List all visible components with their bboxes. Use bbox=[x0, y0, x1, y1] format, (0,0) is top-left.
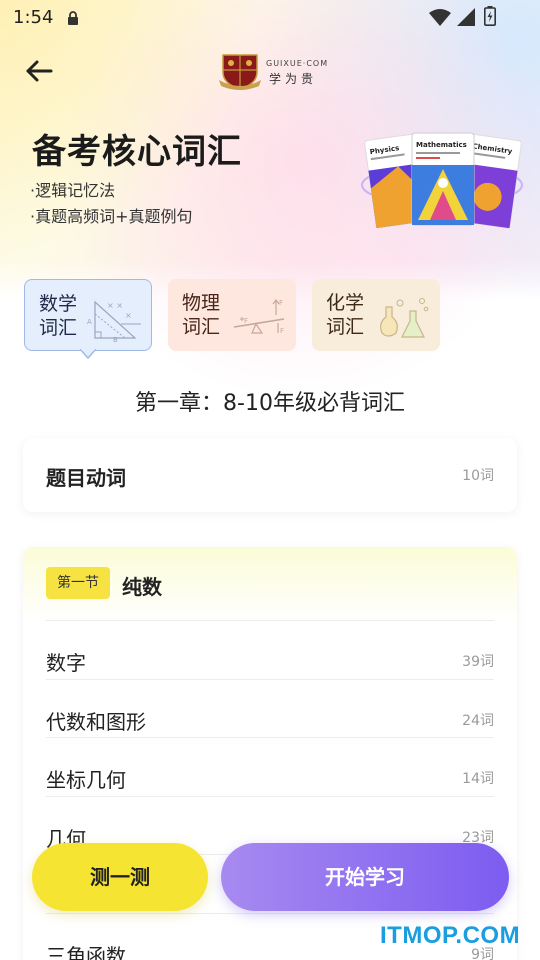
battery-icon bbox=[484, 6, 496, 26]
category-math-label: 数学词汇 bbox=[39, 293, 78, 339]
selected-pointer bbox=[80, 349, 96, 359]
section-header: 第一节 纯数 bbox=[23, 547, 517, 621]
hero-title: 备考核心词汇 bbox=[32, 132, 242, 172]
verbs-card[interactable]: 题目动词 10词 bbox=[23, 438, 517, 512]
category-chemistry[interactable]: 化学词汇 bbox=[312, 279, 440, 351]
topic-name: 数字 bbox=[46, 651, 86, 675]
verbs-card-count: 10词 bbox=[462, 468, 494, 484]
svg-text:B: B bbox=[113, 336, 118, 342]
watermark: ITMOP.COM bbox=[380, 922, 521, 949]
topic-name: 代数和图形 bbox=[46, 709, 146, 734]
lever-icon: F F F bbox=[233, 299, 285, 335]
svg-text:F: F bbox=[244, 317, 248, 325]
status-bar: 1:54 bbox=[0, 0, 540, 36]
section-badge: 第一节 bbox=[46, 567, 110, 599]
logo-english: GUIXUE·COM bbox=[266, 59, 329, 68]
category-physics-label: 物理词汇 bbox=[182, 292, 221, 338]
svg-text:F: F bbox=[280, 327, 284, 335]
hero-bullet: ·真题高频词+真题例句 bbox=[30, 207, 193, 226]
brand-logo: GUIXUE·COM 学为贵 bbox=[219, 52, 329, 90]
svg-text:× ×: × × bbox=[107, 301, 123, 310]
topic-count: 14词 bbox=[462, 771, 494, 787]
back-button[interactable] bbox=[24, 57, 56, 85]
textbooks-illustration: Physics Chemistry Mathematics bbox=[361, 132, 523, 229]
topic-row[interactable]: 代数和图形 24词 bbox=[46, 680, 494, 738]
category-chemistry-label: 化学词汇 bbox=[326, 292, 365, 338]
test-button[interactable]: 测一测 bbox=[32, 843, 208, 911]
category-math[interactable]: 数学词汇 × × × A B bbox=[24, 279, 152, 351]
svg-text:F: F bbox=[279, 299, 283, 307]
geometry-icon: × × × A B bbox=[87, 300, 141, 342]
signal-icon bbox=[457, 8, 475, 26]
shield-crest-icon bbox=[219, 54, 261, 90]
arrow-left-icon bbox=[26, 60, 53, 82]
category-physics[interactable]: 物理词汇 F F F bbox=[168, 279, 296, 351]
start-learning-button[interactable]: 开始学习 bbox=[221, 843, 509, 911]
logo-chinese: 学为贵 bbox=[269, 72, 318, 86]
wifi-icon bbox=[429, 9, 451, 26]
topic-row[interactable]: 坐标几何 14词 bbox=[46, 738, 494, 797]
topic-name: 坐标几何 bbox=[46, 768, 126, 792]
svg-text:×: × bbox=[125, 311, 132, 320]
lock-icon bbox=[68, 11, 78, 25]
flask-icon bbox=[380, 298, 429, 338]
svg-text:A: A bbox=[87, 318, 92, 326]
status-time: 1:54 bbox=[13, 7, 54, 28]
hero-bullet: ·逻辑记忆法 bbox=[30, 181, 116, 200]
verbs-card-title: 题目动词 bbox=[46, 466, 126, 490]
topic-count: 24词 bbox=[462, 712, 494, 729]
book-title-mathematics: Mathematics bbox=[416, 141, 467, 149]
chapter-title: 第一章：8-10年级必背词汇 bbox=[135, 391, 405, 416]
section-name: 纯数 bbox=[122, 575, 162, 599]
topic-name: 三角函数 bbox=[46, 943, 126, 960]
topic-count: 39词 bbox=[462, 654, 494, 670]
topic-row[interactable]: 数字 39词 bbox=[46, 621, 494, 680]
